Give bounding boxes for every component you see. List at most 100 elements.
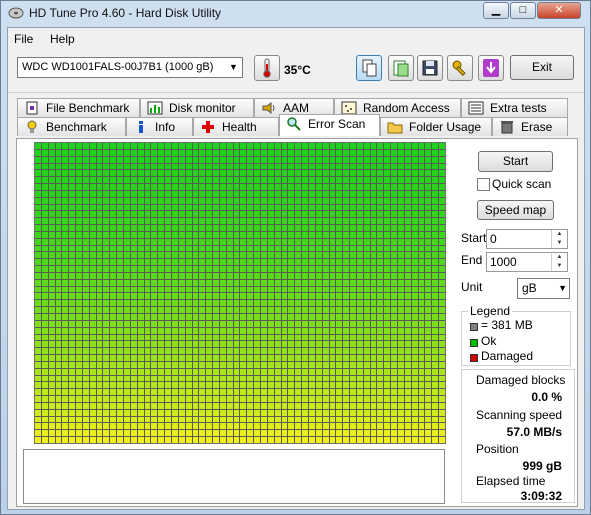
scan-block	[254, 293, 261, 300]
scan-block	[192, 190, 199, 197]
end-stepper[interactable]: ▲ ▼	[551, 253, 567, 271]
scan-block	[281, 375, 288, 382]
start-spinbox[interactable]: 0 ▲ ▼	[486, 229, 568, 249]
scan-block	[418, 190, 425, 197]
tab-health[interactable]: Health	[193, 117, 279, 136]
scan-block	[439, 149, 445, 156]
tab-info[interactable]: Info	[126, 117, 193, 136]
scan-block	[384, 218, 391, 225]
minimize-button[interactable]: ▁	[483, 2, 509, 19]
tab-benchmark[interactable]: Benchmark	[17, 117, 126, 136]
screenshot-button[interactable]	[478, 55, 504, 81]
scan-block	[295, 375, 302, 382]
scan-block	[377, 423, 384, 430]
start-stepper[interactable]: ▲ ▼	[551, 230, 567, 248]
scan-block	[439, 300, 445, 307]
scan-block	[137, 314, 144, 320]
scan-block	[274, 314, 281, 320]
speed-map-button[interactable]: Speed map	[477, 200, 554, 220]
scan-block	[110, 184, 117, 190]
scan-block	[384, 307, 391, 314]
scan-block	[151, 314, 158, 320]
maximize-button[interactable]: □	[510, 2, 536, 19]
scan-block	[76, 437, 82, 443]
scan-block	[254, 430, 261, 437]
scan-block	[336, 177, 343, 184]
magnifier-icon	[287, 117, 301, 131]
scan-block	[151, 204, 158, 211]
scan-block	[240, 163, 247, 170]
scan-block	[103, 382, 110, 389]
end-spinbox[interactable]: 1000 ▲ ▼	[486, 252, 568, 272]
tab-folder-usage[interactable]: Folder Usage	[380, 117, 492, 136]
close-button[interactable]: ✕	[537, 2, 581, 19]
scan-block	[254, 252, 261, 259]
scan-block	[295, 266, 302, 272]
scan-block	[432, 197, 439, 204]
scan-block	[178, 156, 185, 163]
scan-block	[48, 293, 55, 300]
scan-block	[55, 396, 62, 402]
scan-block	[69, 266, 76, 272]
unit-select[interactable]: gB ▼	[517, 278, 570, 299]
scan-block	[35, 416, 41, 423]
scan-block	[418, 396, 425, 402]
scan-block	[302, 163, 308, 170]
scan-block	[96, 156, 103, 163]
copy-info-button[interactable]	[356, 55, 382, 81]
scan-block	[158, 184, 165, 190]
scan-block	[336, 143, 343, 149]
scan-block	[158, 382, 165, 389]
scan-block	[199, 156, 206, 163]
scan-block	[69, 430, 76, 437]
scan-block	[110, 245, 117, 252]
scan-block	[432, 409, 439, 416]
scan-block	[240, 231, 247, 238]
scan-block	[185, 170, 192, 177]
scan-block	[240, 430, 247, 437]
scan-block	[315, 163, 322, 170]
tab-disk-monitor[interactable]: Disk monitor	[140, 98, 254, 117]
scan-block	[144, 409, 151, 416]
menu-help[interactable]: Help	[50, 32, 75, 46]
scan-block	[315, 300, 322, 307]
menu-file[interactable]: File	[14, 32, 33, 46]
quick-scan-checkbox[interactable]	[477, 178, 490, 191]
tab-extra-tests[interactable]: Extra tests	[461, 98, 568, 117]
scan-block	[308, 211, 315, 218]
scan-block	[206, 143, 213, 149]
scan-block	[418, 156, 425, 163]
scan-block	[62, 348, 69, 355]
tab-error-scan[interactable]: Error Scan	[279, 114, 380, 136]
scan-block	[124, 184, 130, 190]
scan-block	[62, 389, 69, 396]
scan-block	[356, 149, 363, 156]
scan-block	[315, 170, 322, 177]
scan-block	[356, 204, 363, 211]
scan-block	[432, 279, 439, 286]
tab-file-benchmark[interactable]: File Benchmark	[17, 98, 140, 117]
scan-block	[233, 190, 240, 197]
scan-block	[41, 238, 48, 245]
scan-block	[274, 389, 281, 396]
save-button[interactable]	[417, 55, 443, 81]
scan-block	[308, 361, 315, 368]
scan-block	[370, 149, 377, 156]
scan-block	[76, 361, 82, 368]
scan-block	[35, 211, 41, 218]
drive-select[interactable]: WDC WD1001FALS-00J7B1 (1000 gB) ▼	[17, 57, 243, 78]
options-button[interactable]	[447, 55, 473, 81]
temperature-button[interactable]	[254, 55, 280, 81]
copy-all-button[interactable]	[388, 55, 414, 81]
tab-erase[interactable]: Erase	[492, 117, 568, 136]
scan-block	[356, 341, 363, 348]
scan-block	[233, 314, 240, 320]
scan-block	[89, 259, 96, 266]
scan-block	[96, 389, 103, 396]
scan-block	[322, 163, 329, 170]
scan-block	[233, 416, 240, 423]
scan-block	[144, 300, 151, 307]
scan-block	[363, 402, 370, 409]
start-button[interactable]: Start	[478, 151, 553, 172]
exit-button[interactable]: Exit	[510, 55, 574, 80]
